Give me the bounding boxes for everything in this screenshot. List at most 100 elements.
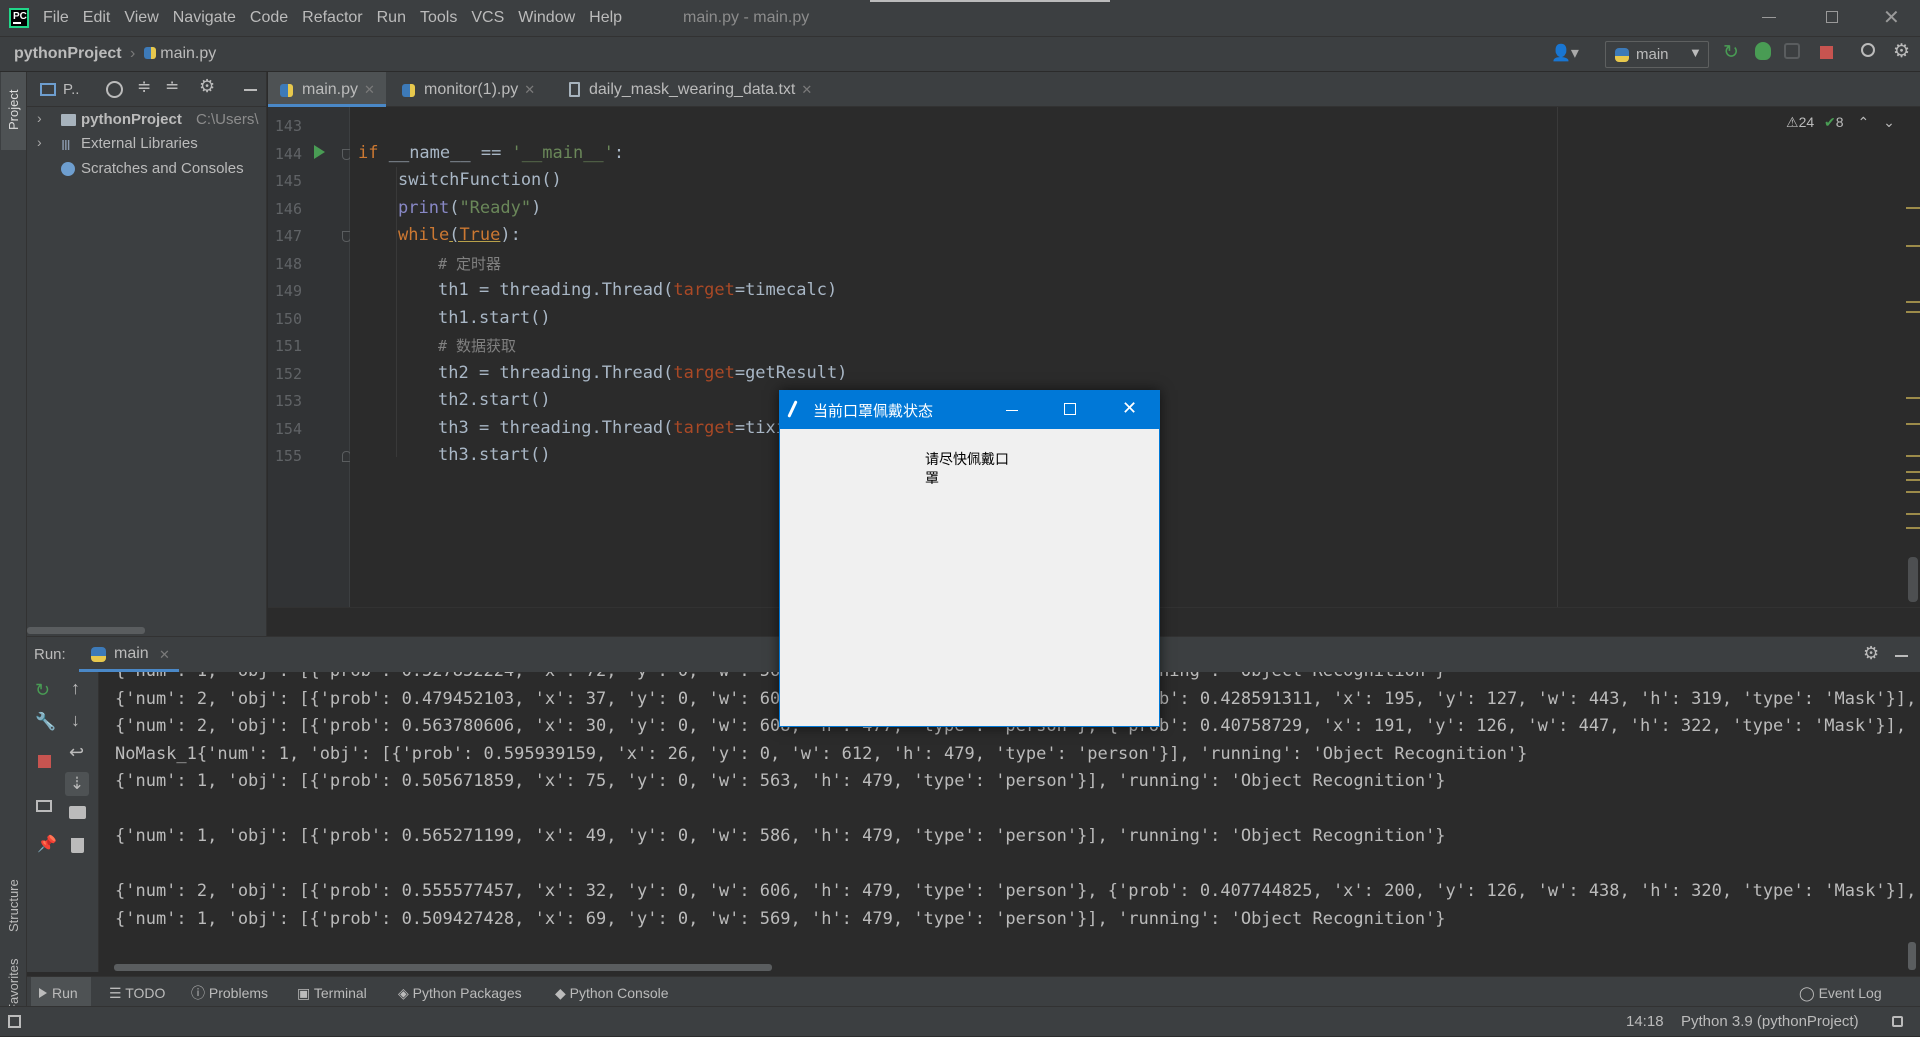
tree-item-scratches[interactable]: Scratches and Consoles (27, 157, 267, 182)
toggle-tool-windows-icon[interactable] (8, 1015, 21, 1028)
caret-position[interactable]: 14:18 (1626, 1013, 1664, 1030)
wrench-icon[interactable]: 🔧 (35, 712, 56, 732)
python-icon (91, 647, 106, 662)
close-tab-icon[interactable]: ✕ (524, 82, 535, 97)
hide-panel-icon[interactable] (244, 89, 257, 91)
locate-icon[interactable] (106, 81, 123, 98)
code-token: __name__ == (378, 143, 512, 163)
run-config-selector[interactable]: main ▼ (1605, 41, 1709, 68)
menu-run[interactable]: Run (377, 9, 406, 27)
pin-icon[interactable]: 📌 (37, 834, 57, 854)
chevron-up-icon[interactable]: ⌃ (1857, 114, 1869, 130)
down-arrow-icon[interactable]: ↓ (71, 710, 80, 731)
code-token: th3 = threading.Thread( (438, 418, 674, 438)
rerun-icon[interactable]: ↻ (1723, 41, 1739, 64)
run-tab-main[interactable]: main ✕ (79, 637, 179, 672)
dialog-title-bar[interactable]: 当前口罩佩戴状态 ✕ (780, 391, 1159, 429)
line-number: 149 (274, 282, 302, 300)
tab-main-py[interactable]: main.py ✕ (268, 72, 386, 107)
tool-tab-python-console[interactable]: ◆ Python Console (555, 977, 669, 1009)
console-vertical-scrollbar[interactable] (1908, 942, 1916, 970)
project-tool-window-button[interactable]: Project (1, 72, 26, 150)
dialog-message-line: 请尽快佩戴口 (925, 452, 1009, 468)
inspection-widget[interactable]: ⚠24 ✔8 ⌃ ⌄ (1786, 114, 1895, 131)
window-title: main.py - main.py (683, 9, 810, 26)
maximize-icon[interactable] (1064, 403, 1076, 415)
scratches-icon (61, 162, 75, 176)
dialog-message: 请尽快佩戴口 罩 (925, 451, 1009, 489)
stop-icon[interactable] (38, 755, 51, 768)
tool-tab-problems[interactable]: ⓘ Problems (191, 977, 268, 1009)
minimize-icon[interactable] (1006, 410, 1018, 411)
breadcrumb-project[interactable]: pythonProject (14, 45, 122, 62)
menu-edit[interactable]: Edit (83, 9, 111, 27)
run-gutter-icon[interactable] (314, 145, 325, 159)
close-window-icon[interactable]: ✕ (1883, 5, 1900, 30)
search-icon[interactable] (1861, 43, 1875, 57)
run-tab-label: main (114, 645, 149, 662)
menu-refactor[interactable]: Refactor (302, 9, 362, 27)
python-console-icon: ◆ (555, 985, 570, 1001)
project-view-selector[interactable]: P.. (63, 81, 79, 98)
tool-tab-todo[interactable]: ☰ TODO (109, 977, 165, 1009)
tool-tab-run[interactable]: Run (31, 977, 91, 1009)
rerun-icon[interactable]: ↻ (35, 680, 50, 701)
user-account-icon[interactable]: 👤▾ (1551, 43, 1579, 63)
scroll-to-end-icon[interactable]: ⇣ (65, 772, 89, 796)
layout-icon[interactable] (36, 800, 52, 812)
code-token: =getResult) (734, 363, 848, 383)
code-token: "Ready" (459, 198, 532, 218)
editor-scrollbar-markers[interactable] (1906, 107, 1920, 607)
up-arrow-icon[interactable]: ↑ (71, 678, 80, 699)
line-number: 146 (274, 200, 302, 218)
trash-icon[interactable] (71, 838, 84, 853)
restore-window-icon[interactable] (1826, 11, 1838, 23)
play-icon (39, 988, 47, 998)
project-label: Project (6, 89, 21, 130)
console-horizontal-scrollbar[interactable] (114, 964, 772, 971)
tool-tab-terminal[interactable]: ▣ Terminal (297, 977, 367, 1009)
project-tree: › pythonProject C:\Users\ › Ⅲ External L… (27, 108, 267, 218)
menu-tools[interactable]: Tools (420, 9, 457, 27)
panel-gear-icon[interactable]: ⚙ (199, 76, 215, 97)
soft-wrap-icon[interactable]: ↩ (69, 742, 84, 763)
debug-icon[interactable] (1755, 42, 1771, 60)
hide-run-panel-icon[interactable] (1895, 655, 1908, 657)
menu-window[interactable]: Window (518, 9, 575, 27)
menu-vcs[interactable]: VCS (471, 9, 504, 27)
print-icon[interactable] (69, 806, 86, 819)
breadcrumb-file[interactable]: main.py (160, 45, 216, 62)
project-horizontal-scrollbar[interactable] (27, 627, 145, 634)
menu-help[interactable]: Help (589, 9, 622, 27)
tool-tab-python-packages[interactable]: ◈ Python Packages (398, 977, 522, 1009)
menu-code[interactable]: Code (250, 9, 288, 27)
collapse-all-icon[interactable]: ≐ (165, 77, 179, 97)
title-bar: PC File Edit View Navigate Code Refactor Run To… (0, 0, 1920, 36)
chevron-down-icon[interactable]: ⌄ (1883, 114, 1895, 130)
minimize-window-icon[interactable] (1762, 17, 1776, 18)
run-settings-gear-icon[interactable]: ⚙ (1863, 643, 1879, 664)
tool-tab-label: Python Packages (412, 985, 522, 1001)
gear-icon[interactable]: ⚙ (1893, 40, 1910, 63)
close-tab-icon[interactable]: ✕ (801, 82, 812, 97)
expand-all-icon[interactable]: ≑ (137, 77, 151, 97)
event-log-button[interactable]: ◯ Event Log (1799, 977, 1882, 1009)
interpreter-selector[interactable]: Python 3.9 (pythonProject) (1681, 1013, 1859, 1030)
code-token: th2 = threading.Thread( (438, 363, 674, 383)
tree-item-external-libraries[interactable]: › Ⅲ External Libraries (27, 132, 267, 157)
lock-icon[interactable] (1892, 1016, 1903, 1027)
tab-monitor-py[interactable]: monitor(1).py ✕ (390, 72, 550, 107)
list-icon: ☰ (109, 985, 126, 1001)
coverage-icon[interactable] (1784, 43, 1800, 59)
menu-view[interactable]: View (124, 9, 158, 27)
menu-file[interactable]: File (43, 9, 69, 27)
tree-item-project[interactable]: › pythonProject C:\Users\ (27, 108, 267, 132)
menu-navigate[interactable]: Navigate (173, 9, 236, 27)
close-tab-icon[interactable]: ✕ (159, 647, 170, 663)
close-icon[interactable]: ✕ (1122, 398, 1137, 419)
stop-icon[interactable] (1820, 46, 1833, 59)
structure-tool-window-button[interactable]: Structure (2, 852, 26, 942)
close-tab-icon[interactable]: ✕ (364, 82, 375, 97)
line-number: 147 (274, 227, 302, 245)
tab-daily-mask-data[interactable]: daily_mask_wearing_data.txt ✕ (555, 72, 815, 107)
